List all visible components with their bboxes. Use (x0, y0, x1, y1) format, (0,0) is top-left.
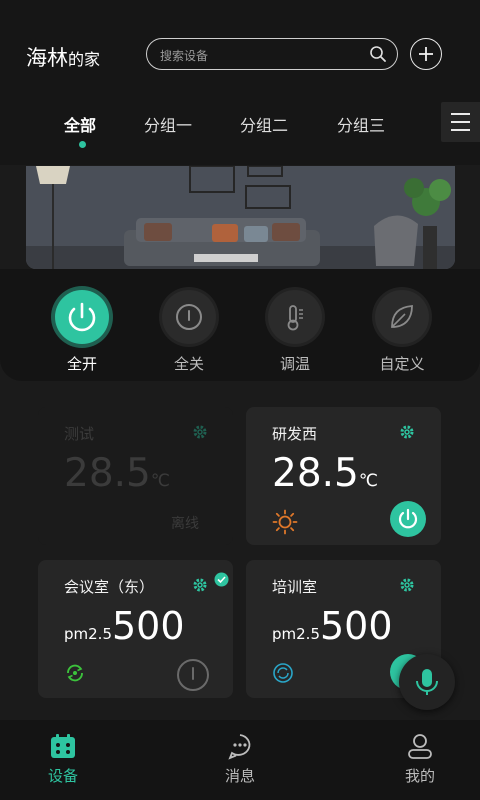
tab-group-1[interactable]: 分组一 (144, 112, 192, 136)
all-off-button[interactable] (162, 290, 216, 344)
add-device-button[interactable] (410, 38, 442, 70)
nav-profile-label: 我的 (404, 767, 435, 785)
tab-menu-button[interactable] (441, 102, 480, 142)
custom-button[interactable] (375, 290, 429, 344)
tab-all[interactable]: 全部 (64, 112, 96, 136)
all-off-label: 全关 (173, 355, 204, 373)
nav-messages-label: 消息 (224, 767, 255, 785)
temperature-unit: ℃ (150, 471, 170, 491)
device-name: 测试 (64, 425, 95, 443)
tab-group-2[interactable]: 分组二 (240, 112, 288, 136)
all-on-button[interactable] (55, 290, 109, 344)
home-title[interactable]: 海林的家 (26, 42, 100, 72)
offline-status: 离线 (171, 516, 199, 532)
device-card-test[interactable]: 测试 28.5℃ 离线 (38, 407, 233, 545)
group-tabs: 全部 分组一 分组二 分组三 (0, 108, 440, 148)
thermometer-icon (287, 305, 303, 331)
active-tab-indicator (79, 141, 86, 148)
sun-icon (272, 509, 298, 535)
power-icon (68, 302, 96, 332)
plus-icon (419, 47, 433, 61)
device-name: 研发西 (272, 425, 318, 443)
power-toggle-button[interactable] (390, 501, 426, 537)
nav-devices[interactable]: 设备 (13, 720, 113, 800)
pm25-value: 500 (320, 604, 393, 648)
custom-label: 自定义 (379, 355, 425, 373)
power-off-icon (192, 667, 194, 680)
gear-icon[interactable] (192, 424, 208, 440)
gear-icon[interactable] (399, 424, 415, 440)
power-off-icon (176, 304, 202, 330)
user-icon (408, 734, 432, 759)
power-toggle-button[interactable] (177, 659, 209, 691)
all-on-label: 全开 (66, 355, 97, 373)
device-temperature: 28.5℃ (64, 451, 170, 496)
pm25-reading: pm2.5500 (64, 604, 185, 648)
device-grid-icon (51, 734, 75, 758)
temperature-unit: ℃ (358, 471, 378, 491)
adjust-temp-button[interactable] (268, 290, 322, 344)
home-suffix: 的家 (68, 50, 101, 69)
home-name: 海林 (26, 46, 68, 70)
voice-input-button[interactable] (399, 654, 455, 710)
search-placeholder: 搜索设备 (160, 49, 209, 63)
room-banner-image (26, 166, 455, 269)
hamburger-icon (451, 113, 470, 131)
gear-icon[interactable] (399, 577, 415, 593)
refresh-icon (273, 663, 293, 683)
device-name: 培训室 (272, 578, 318, 596)
search-icon (370, 46, 386, 62)
pm25-reading: pm2.5500 (272, 604, 393, 648)
tab-group-3[interactable]: 分组三 (337, 112, 385, 136)
leaf-icon (391, 305, 413, 328)
check-badge-icon (214, 572, 229, 587)
search-input[interactable]: 搜索设备 (146, 38, 398, 70)
device-temperature: 28.5℃ (272, 451, 378, 496)
microphone-icon (416, 669, 438, 695)
gear-icon[interactable] (192, 577, 208, 593)
temperature-value: 28.5 (272, 451, 359, 496)
device-card-meeting-east[interactable]: 会议室（东） pm2.5500 (38, 560, 233, 698)
pm25-label: pm2.5 (64, 625, 112, 643)
adjust-temp-label: 调温 (279, 355, 310, 373)
pm25-value: 500 (112, 604, 185, 648)
nav-profile[interactable]: 我的 (370, 720, 470, 800)
device-name: 会议室（东） (64, 578, 155, 596)
nav-devices-label: 设备 (47, 767, 78, 785)
nav-messages[interactable]: 消息 (190, 720, 290, 800)
bottom-navigation: 设备 消息 我的 (0, 720, 480, 800)
top-header: 海林的家 搜索设备 全部 分组一 分组二 分组三 (0, 0, 480, 165)
pm25-label: pm2.5 (272, 625, 320, 643)
temperature-value: 28.5 (64, 451, 151, 496)
recycle-icon (67, 664, 83, 682)
power-icon (398, 508, 418, 529)
device-card-rd-west[interactable]: 研发西 28.5℃ (246, 407, 441, 545)
message-icon (228, 734, 251, 760)
